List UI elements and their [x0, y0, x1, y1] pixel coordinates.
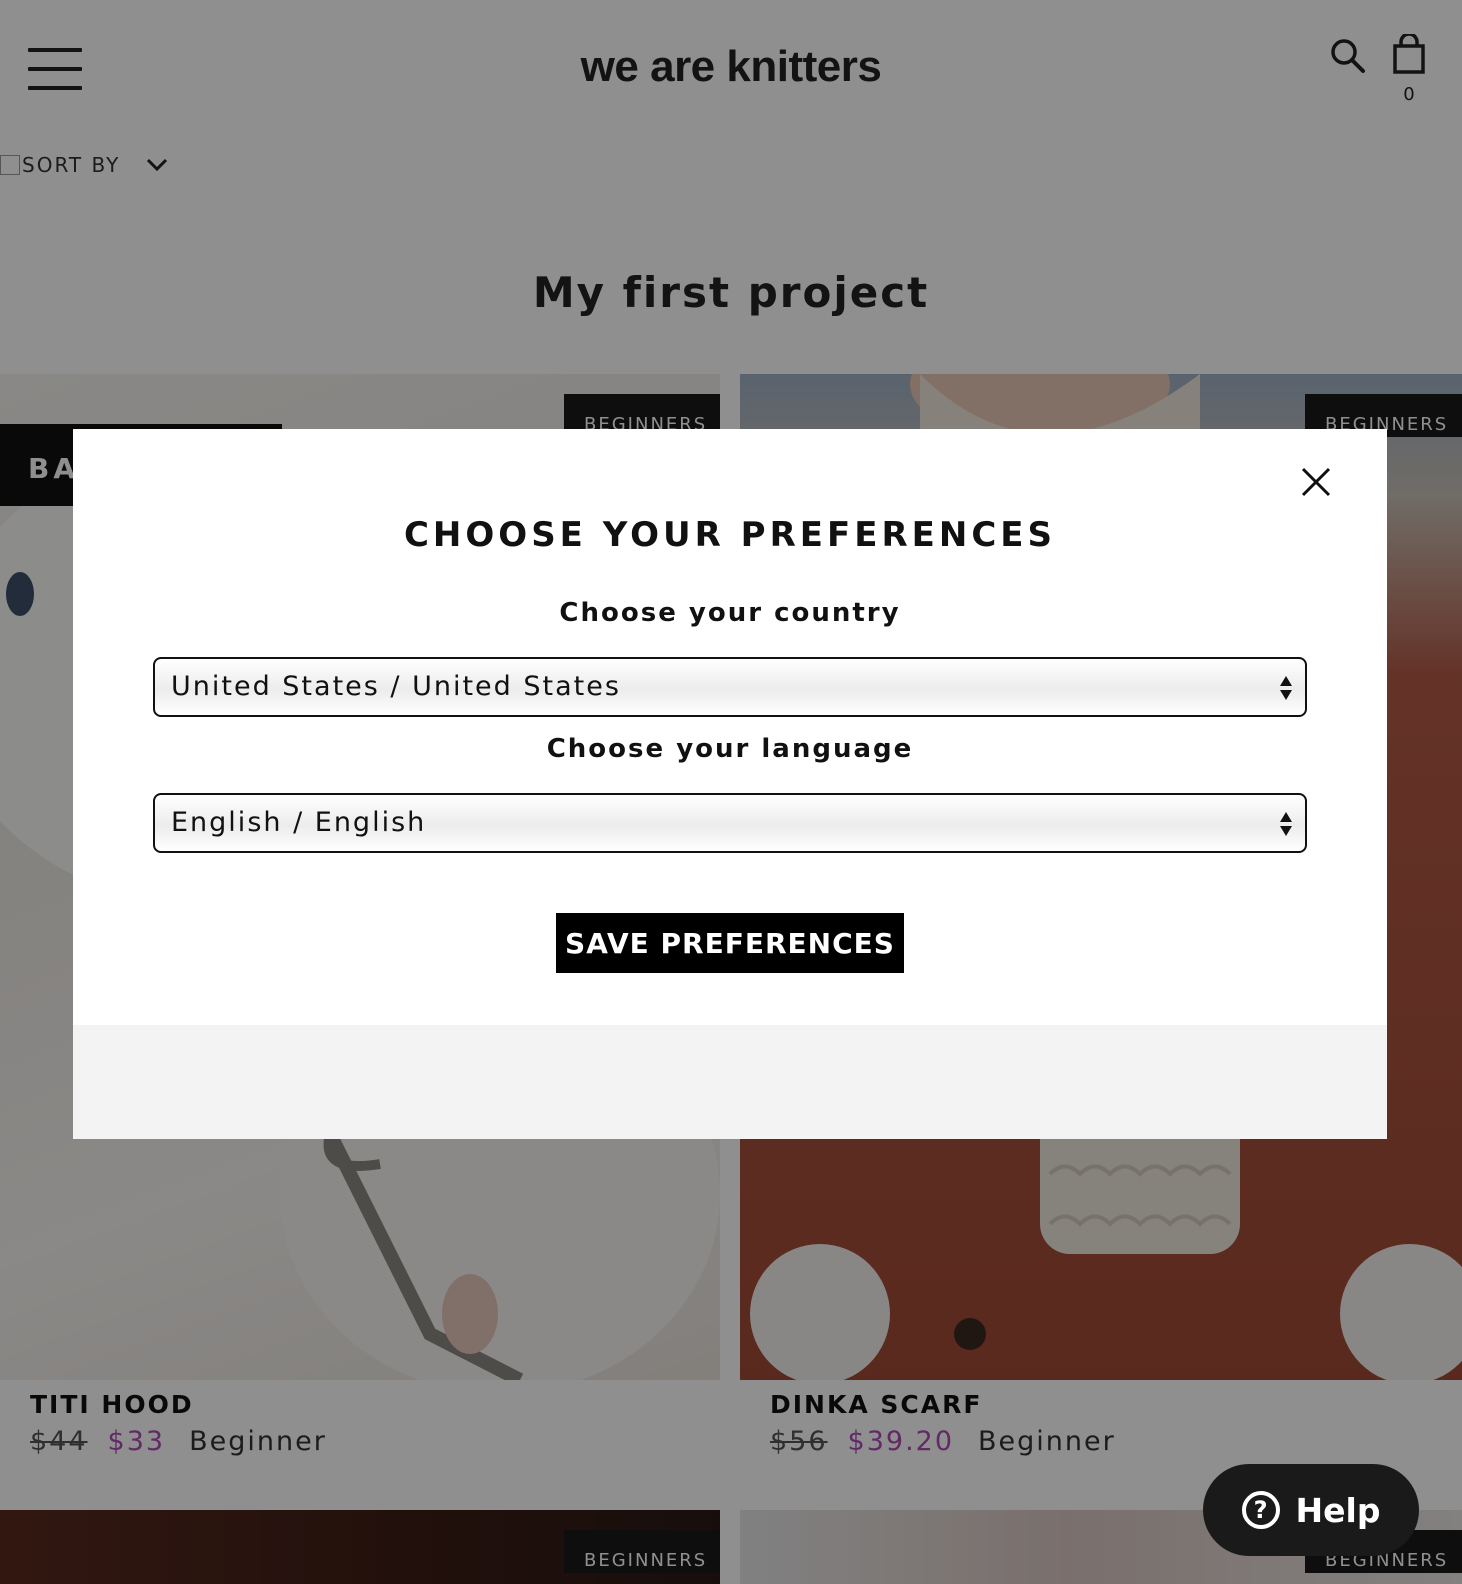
help-button[interactable]: ? Help	[1203, 1464, 1419, 1556]
preferences-modal: CHOOSE YOUR PREFERENCES Choose your coun…	[73, 429, 1387, 1139]
question-icon: ?	[1241, 1491, 1280, 1529]
close-icon[interactable]	[1299, 465, 1333, 499]
language-select[interactable]: English / English	[153, 793, 1307, 853]
modal-footer	[73, 1025, 1387, 1139]
country-label: Choose your country	[559, 598, 901, 628]
language-select-value: English / English	[171, 807, 427, 838]
help-label: Help	[1295, 1490, 1381, 1530]
country-select-value: United States / United States	[171, 671, 621, 702]
select-arrows-icon	[1280, 676, 1292, 700]
modal-title: CHOOSE YOUR PREFERENCES	[403, 515, 1056, 555]
select-arrows-icon	[1280, 812, 1292, 836]
save-preferences-button[interactable]: SAVE PREFERENCES	[556, 913, 904, 973]
language-label: Choose your language	[546, 734, 914, 764]
country-select[interactable]: United States / United States	[153, 657, 1307, 717]
